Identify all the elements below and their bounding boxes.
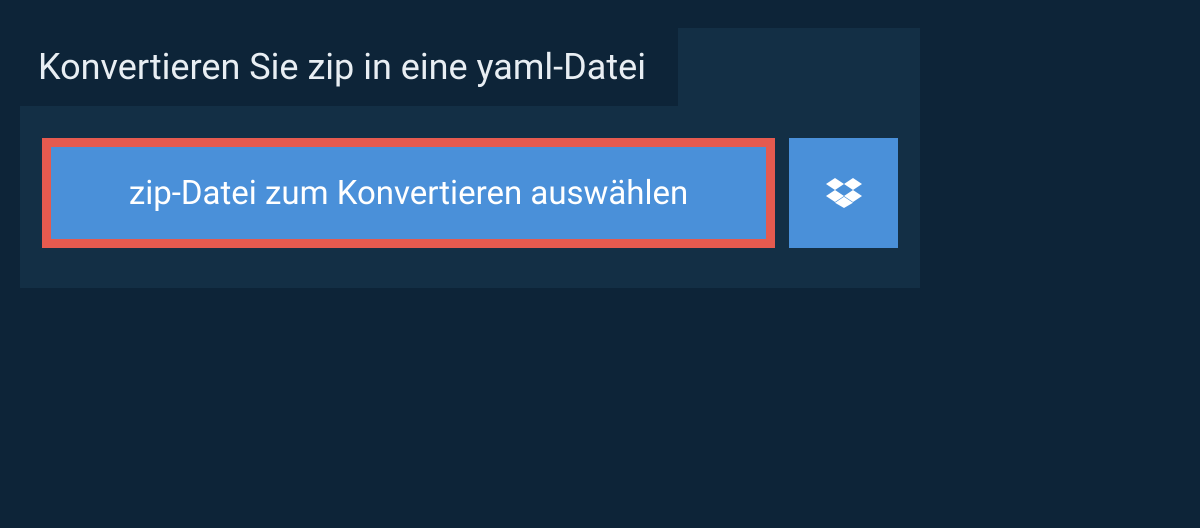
dropbox-button[interactable] [789, 138, 898, 248]
select-file-label: zip-Datei zum Konvertieren auswählen [129, 174, 688, 213]
page-title: Konvertieren Sie zip in eine yaml-Datei [20, 28, 678, 106]
button-row: zip-Datei zum Konvertieren auswählen [20, 106, 920, 288]
converter-panel: Konvertieren Sie zip in eine yaml-Datei … [20, 28, 920, 288]
dropbox-icon [826, 175, 862, 211]
select-file-button[interactable]: zip-Datei zum Konvertieren auswählen [42, 138, 775, 248]
